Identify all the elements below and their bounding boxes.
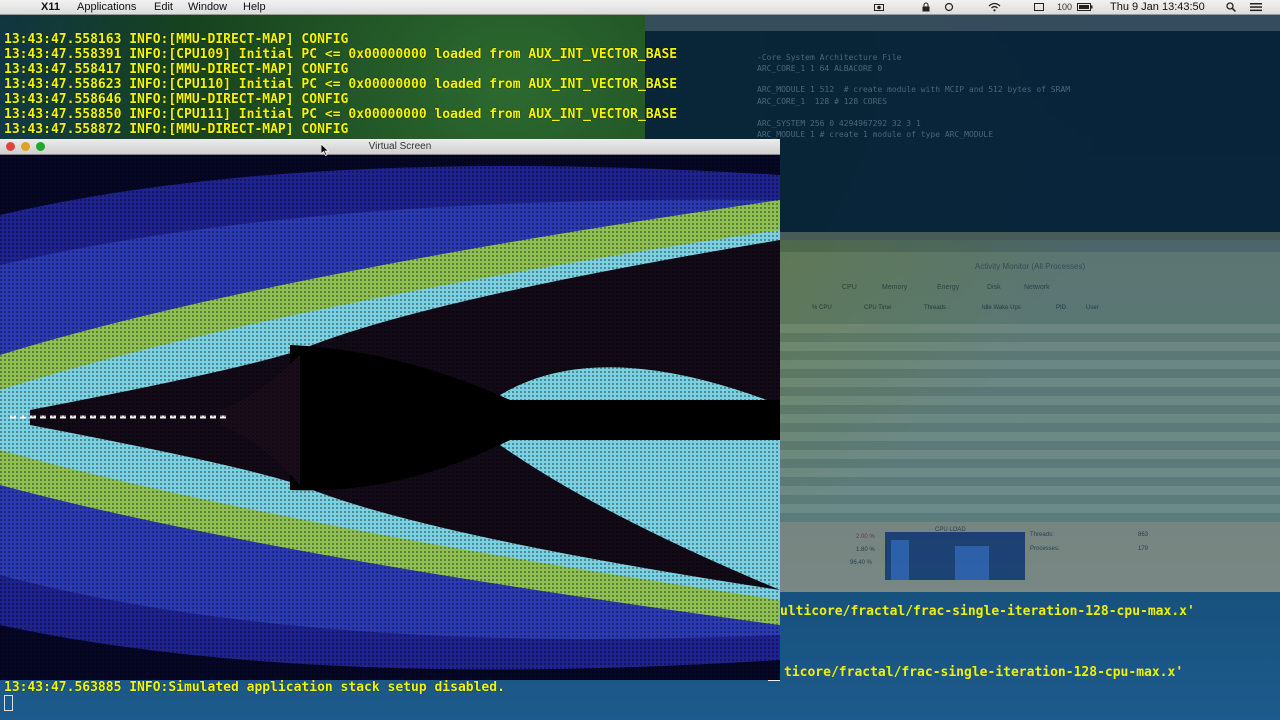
log-line: 13:43:47.558646 INFO:[MMU-DIRECT-MAP] CO… xyxy=(4,92,349,107)
menu-bar: X11 Applications Edit Window Help 100 Th… xyxy=(0,0,1280,15)
path-line: ulticore/fractal/frac-single-iteration-1… xyxy=(780,604,1195,619)
log-line: 13:43:47.558391 INFO:[CPU109] Initial PC… xyxy=(4,47,678,62)
window-title: Virtual Screen xyxy=(368,141,432,152)
app-menu[interactable]: X11 xyxy=(41,0,60,14)
log-line: 13:43:47.558872 INFO:[MMU-DIRECT-MAP] CO… xyxy=(4,122,349,137)
mouse-pointer-icon xyxy=(321,144,329,156)
virtual-screen-titlebar[interactable]: Virtual Screen xyxy=(0,139,780,155)
display-icon[interactable] xyxy=(1034,2,1044,12)
log-line: 13:43:47.558417 INFO:[MMU-DIRECT-MAP] CO… xyxy=(4,62,349,77)
fractal-canvas[interactable] xyxy=(0,155,780,680)
wifi-icon[interactable] xyxy=(988,2,1001,12)
menu-help[interactable]: Help xyxy=(243,0,266,14)
sync-icon[interactable] xyxy=(944,2,954,12)
battery-percentage: 100 xyxy=(1057,2,1073,12)
menu-window[interactable]: Window xyxy=(188,0,227,14)
clock[interactable]: Thu 9 Jan 13:43:50 xyxy=(1110,0,1205,14)
search-icon[interactable] xyxy=(1226,2,1236,12)
log-line: 13:43:47.558623 INFO:[CPU110] Initial PC… xyxy=(4,77,678,92)
path-line: ticore/fractal/frac-single-iteration-128… xyxy=(784,665,1184,680)
log-line: 13:43:47.558850 INFO:[CPU111] Initial PC… xyxy=(4,107,678,122)
log-line: 13:43:47.558163 INFO:[MMU-DIRECT-MAP] CO… xyxy=(4,32,349,47)
virtual-screen-window[interactable]: Virtual Screen xyxy=(0,139,780,680)
prompt-cursor xyxy=(4,695,13,711)
menu-edit[interactable]: Edit xyxy=(154,0,173,14)
lock-icon[interactable] xyxy=(921,2,931,12)
log-line: 13:43:47.563885 INFO:Simulated applicati… xyxy=(4,680,505,695)
fractal-image xyxy=(0,155,780,680)
camera-icon[interactable] xyxy=(874,2,884,12)
list-icon[interactable] xyxy=(1250,2,1262,12)
battery-icon[interactable] xyxy=(1077,2,1093,12)
menu-applications[interactable]: Applications xyxy=(77,0,136,14)
